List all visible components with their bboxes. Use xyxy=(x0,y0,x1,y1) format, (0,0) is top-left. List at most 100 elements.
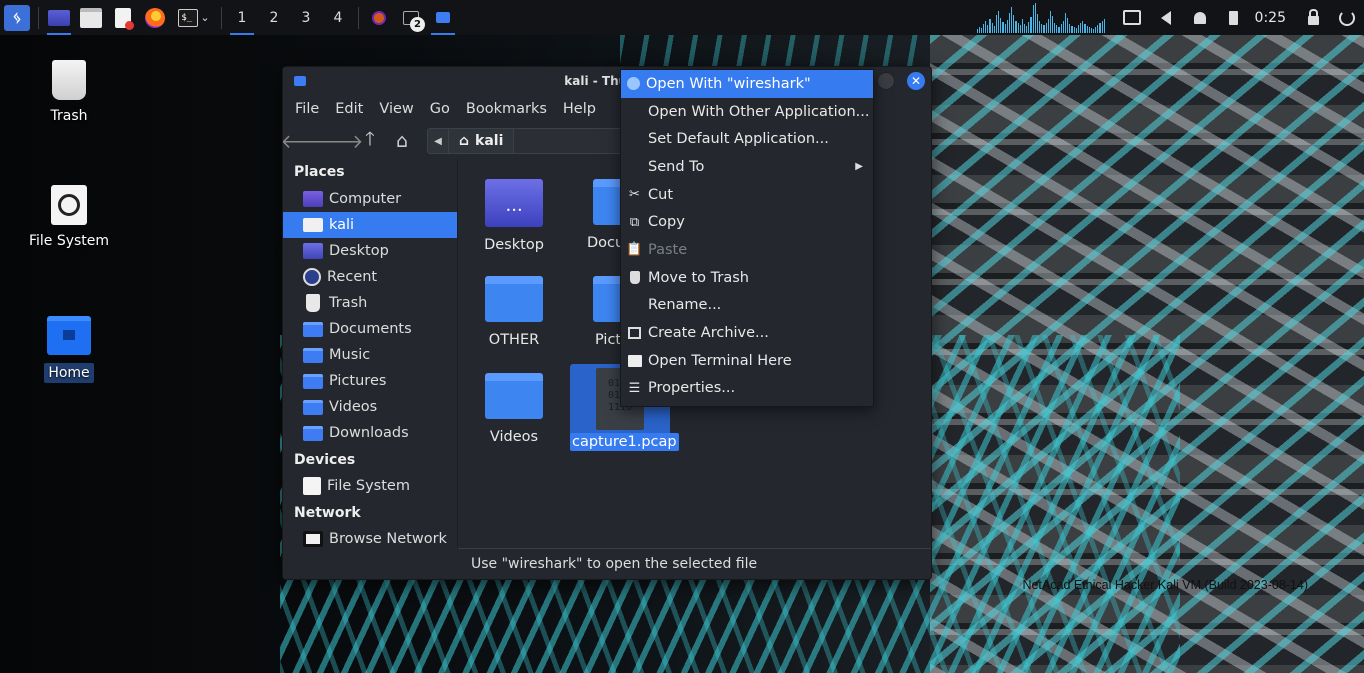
sidebar-item-pictures[interactable]: Pictures xyxy=(283,368,457,394)
text-editor-launcher[interactable] xyxy=(107,0,139,35)
home-icon xyxy=(303,218,323,232)
menu-item-move-to-trash[interactable]: Move to Trash xyxy=(621,264,873,292)
cpu-bar xyxy=(1058,26,1060,33)
menu-file[interactable]: File xyxy=(287,101,327,117)
desktop-icon-file-system[interactable]: File System xyxy=(19,185,119,251)
kali-menu-button[interactable]: ᛃ xyxy=(0,0,34,35)
workspace-4[interactable]: 4 xyxy=(322,0,354,35)
paste-icon: 📋 xyxy=(626,242,643,258)
sidebar-item-trash[interactable]: Trash xyxy=(283,290,457,316)
taskbar-firefox[interactable] xyxy=(363,0,395,35)
sidebar-item-label: Trash xyxy=(329,295,368,311)
close-button[interactable]: ✕ xyxy=(907,72,925,90)
network-header: Network xyxy=(294,505,361,521)
workspace-1[interactable]: 1 xyxy=(226,0,258,35)
menu-item-open-terminal-here[interactable]: Open Terminal Here xyxy=(621,347,873,375)
up-arrow-icon[interactable]: 🡑 xyxy=(357,128,383,154)
menu-item-copy[interactable]: ⧉ Copy xyxy=(621,208,873,236)
sidebar-item-desktop[interactable]: Desktop xyxy=(283,238,457,264)
cpu-bar xyxy=(1028,21,1030,33)
cpu-bar xyxy=(1011,6,1013,33)
forward-arrow-icon[interactable]: 🡒 xyxy=(313,128,364,154)
chevron-down-icon[interactable]: ⌄ xyxy=(200,11,209,24)
menu-view[interactable]: View xyxy=(371,101,421,117)
menu-item-paste[interactable]: 📋 Paste xyxy=(621,236,873,264)
cpu-bar xyxy=(983,23,985,33)
sidebar-item-label: Videos xyxy=(329,399,378,415)
tray-volume[interactable] xyxy=(1149,0,1183,35)
file-item-pictures[interactable]: Pict xyxy=(563,276,623,348)
sidebar-item-music[interactable]: Music xyxy=(283,342,457,368)
tray-notifications[interactable] xyxy=(1183,0,1217,35)
taskbar-thunar[interactable] xyxy=(427,0,459,35)
cpu-bar xyxy=(1004,23,1006,33)
sidebar-item-label: Documents xyxy=(329,321,412,337)
menu-item-label: Open With Other Application... xyxy=(648,103,870,120)
folder-videos-icon xyxy=(303,399,323,415)
menu-item-open-with-other[interactable]: Open With Other Application... xyxy=(621,98,873,126)
home-icon[interactable]: ⌂ xyxy=(389,128,415,154)
panel-separator xyxy=(358,6,359,29)
sidebar-item-downloads[interactable]: Downloads xyxy=(283,420,457,446)
cpu-bar xyxy=(1013,14,1015,33)
lock-icon xyxy=(1307,8,1319,25)
cpu-bar xyxy=(985,20,987,33)
lock-screen-button[interactable] xyxy=(1296,0,1330,35)
tray-display[interactable] xyxy=(1115,0,1149,35)
menu-item-cut[interactable]: ✂ Cut xyxy=(621,181,873,209)
cpu-bar xyxy=(1002,21,1004,33)
devices-header: Devices xyxy=(294,452,356,468)
cpu-bar xyxy=(1000,17,1002,33)
path-crumb-kali[interactable]: ⌂ kali xyxy=(449,128,515,154)
menu-bookmarks[interactable]: Bookmarks xyxy=(458,101,555,117)
bell-icon xyxy=(1193,11,1206,24)
power-icon xyxy=(1339,9,1355,26)
path-scroll-left-icon[interactable]: ◀ xyxy=(427,128,449,154)
menu-edit[interactable]: Edit xyxy=(327,101,371,117)
sidebar-item-browse-network[interactable]: Browse Network xyxy=(283,526,457,552)
menu-item-create-archive[interactable]: Create Archive... xyxy=(621,319,873,347)
cpu-bar xyxy=(1082,20,1084,33)
workspace-3[interactable]: 3 xyxy=(290,0,322,35)
menu-item-label: Copy xyxy=(648,214,685,231)
desktop-icon-trash[interactable]: Trash xyxy=(19,60,119,126)
logout-button[interactable] xyxy=(1330,0,1364,35)
show-desktop-launcher[interactable] xyxy=(43,0,75,35)
tray-battery[interactable] xyxy=(1217,0,1251,35)
file-item-desktop[interactable]: Desktop xyxy=(464,179,564,253)
menu-item-rename[interactable]: Rename... xyxy=(621,292,873,320)
menu-item-label: Cut xyxy=(648,186,673,203)
file-manager-launcher[interactable] xyxy=(75,0,107,35)
sidebar-item-recent[interactable]: Recent xyxy=(283,264,457,290)
menu-item-properties[interactable]: ☰ Properties... xyxy=(621,375,873,403)
sidebar-item-documents[interactable]: Documents xyxy=(283,316,457,342)
sidebar-item-kali[interactable]: kali xyxy=(283,212,457,238)
menu-help[interactable]: Help xyxy=(555,101,604,117)
file-item-documents[interactable]: Docum xyxy=(563,179,623,251)
cpu-bar xyxy=(1054,22,1056,33)
sidebar-item-videos[interactable]: Videos xyxy=(283,394,457,420)
window-count-badge: 2 xyxy=(410,17,425,32)
menu-item-open-with-wireshark[interactable]: Open With "wireshark" xyxy=(621,70,873,98)
menu-item-label: Set Default Application... xyxy=(648,131,829,148)
home-folder-icon xyxy=(436,12,450,23)
properties-icon: ☰ xyxy=(628,380,641,396)
menu-item-set-default-application[interactable]: Set Default Application... xyxy=(621,125,873,153)
cpu-bar xyxy=(976,28,978,33)
menu-item-send-to[interactable]: Send To ▶ xyxy=(621,153,873,181)
terminal-icon: $_ xyxy=(178,8,199,27)
desktop-icon-home[interactable]: Home xyxy=(19,316,119,383)
file-item-other[interactable]: OTHER xyxy=(464,276,564,348)
minimize-button[interactable] xyxy=(877,72,895,90)
firefox-launcher[interactable] xyxy=(139,0,171,35)
sidebar-item-file-system[interactable]: File System xyxy=(283,473,457,499)
workspace-2[interactable]: 2 xyxy=(258,0,290,35)
sidebar-item-computer[interactable]: Computer xyxy=(283,186,457,212)
taskbar-terminal-group[interactable]: 2 xyxy=(395,0,427,35)
sidebar-item-label: File System xyxy=(327,478,410,494)
menu-go[interactable]: Go xyxy=(422,101,458,117)
file-item-videos[interactable]: Videos xyxy=(464,373,564,445)
terminal-launcher[interactable]: $_ ⌄ xyxy=(171,0,217,35)
clock[interactable]: 0:25 xyxy=(1251,0,1296,35)
cpu-bar xyxy=(1015,20,1017,33)
